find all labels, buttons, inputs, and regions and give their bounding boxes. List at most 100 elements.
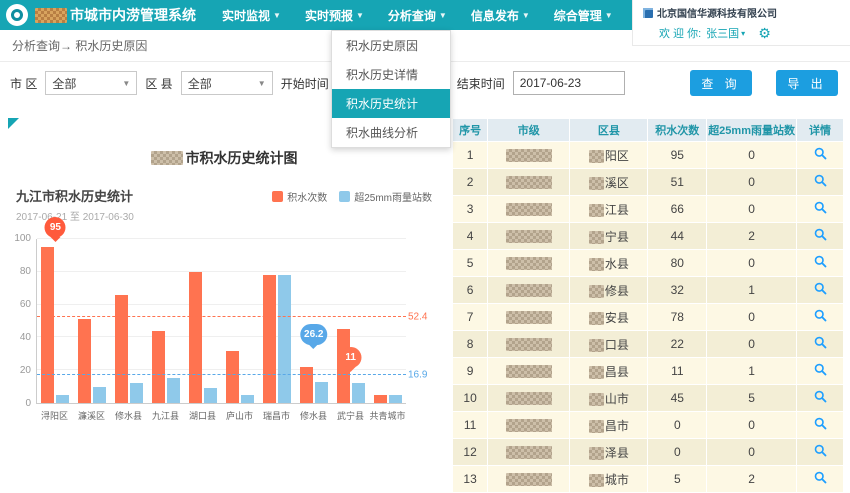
detail-button[interactable] <box>813 173 828 188</box>
detail-button[interactable] <box>813 146 828 161</box>
bar <box>278 275 291 403</box>
settings-gear-icon[interactable]: ⚙ <box>758 26 771 40</box>
cell-city <box>488 169 570 196</box>
bar <box>130 383 143 403</box>
bar <box>241 395 254 403</box>
detail-button[interactable] <box>813 335 828 350</box>
county-suffix: 昌市 <box>605 419 629 433</box>
censored-county-prefix <box>589 366 604 379</box>
nav-item-3[interactable]: 信息发布▼ <box>459 0 542 30</box>
cell-city <box>488 142 570 169</box>
welcome-label: 欢 迎 你: <box>659 25 701 41</box>
chevron-down-icon: ▼ <box>122 79 130 88</box>
censored-city-name <box>151 151 183 165</box>
app-title: 市城市内涝管理系统 <box>35 5 196 25</box>
chart-title-block: 九江市积水历史统计 2017-06-21 至 2017-06-30 <box>16 186 134 223</box>
dropdown-item-1[interactable]: 积水历史详情 <box>332 60 450 89</box>
bars-layer <box>37 239 406 403</box>
cell-station-count: 5 <box>707 385 797 412</box>
average-line: 52.4 <box>37 316 406 317</box>
user-menu[interactable]: 张三国 ▾ <box>706 25 745 41</box>
table-row: 5水县800 <box>453 250 844 277</box>
chevron-down-icon: ▼ <box>522 11 530 20</box>
detail-search-icon <box>813 416 828 431</box>
censored-county-prefix <box>589 177 604 190</box>
cell-city <box>488 304 570 331</box>
table-header-row: 序号市级区县积水次数超25mm雨量站数详情 <box>453 119 844 142</box>
censored-city-text <box>506 473 552 486</box>
table-header-3: 积水次数 <box>648 119 707 142</box>
nav-item-0[interactable]: 实时监视▼ <box>210 0 293 30</box>
censored-city-name <box>35 8 67 23</box>
detail-button[interactable] <box>813 362 828 377</box>
cell-county: 昌县 <box>570 358 648 385</box>
bar-group <box>295 239 332 403</box>
x-axis-label: 庐山市 <box>221 409 258 422</box>
city-label: 市 区 <box>10 75 37 92</box>
detail-button[interactable] <box>813 308 828 323</box>
company-panel: 北京国信华源科技有限公司 欢 迎 你: 张三国 ▾ ⚙ <box>632 0 850 46</box>
censored-city-text <box>506 446 552 459</box>
county-select[interactable]: 全部 ▼ <box>181 71 273 95</box>
cell-flood-count: 78 <box>648 304 707 331</box>
cell-flood-count: 95 <box>648 142 707 169</box>
city-select[interactable]: 全部 ▼ <box>45 71 137 95</box>
nav-item-4[interactable]: 综合管理▼ <box>542 0 625 30</box>
bar-group <box>369 239 406 403</box>
bar <box>189 272 202 403</box>
cell-detail <box>797 250 844 277</box>
detail-button[interactable] <box>813 416 828 431</box>
bar <box>56 395 69 403</box>
table-row: 4宁县442 <box>453 223 844 250</box>
detail-button[interactable] <box>813 281 828 296</box>
average-line-label: 16.9 <box>408 370 438 381</box>
x-axis-label: 修水县 <box>110 409 147 422</box>
app-logo-icon <box>6 4 28 26</box>
censored-county-prefix <box>589 474 604 487</box>
cell-flood-count: 0 <box>648 412 707 439</box>
detail-button[interactable] <box>813 470 828 485</box>
chevron-down-icon: ▼ <box>258 79 266 88</box>
detail-button[interactable] <box>813 254 828 269</box>
dropdown-item-0[interactable]: 积水历史原因 <box>332 31 450 60</box>
detail-button[interactable] <box>813 443 828 458</box>
bar <box>226 351 239 403</box>
cell-county: 城市 <box>570 466 648 493</box>
cell-city <box>488 385 570 412</box>
dropdown-item-2[interactable]: 积水历史统计 <box>332 89 450 118</box>
nav-item-1[interactable]: 实时预报▼ <box>293 0 376 30</box>
nav-item-2[interactable]: 分析查询▼ <box>376 0 459 30</box>
query-button[interactable]: 查 询 <box>690 70 752 96</box>
detail-button[interactable] <box>813 389 828 404</box>
detail-search-icon <box>813 227 828 242</box>
y-tick-label: 20 <box>20 366 31 376</box>
bar-group <box>111 239 148 403</box>
detail-button[interactable] <box>813 200 828 215</box>
export-button[interactable]: 导 出 <box>776 70 838 96</box>
detail-button[interactable] <box>813 227 828 242</box>
cell-index: 10 <box>453 385 488 412</box>
cell-station-count: 0 <box>707 196 797 223</box>
cell-station-count: 0 <box>707 250 797 277</box>
chevron-down-icon: ▼ <box>605 11 613 20</box>
cell-flood-count: 51 <box>648 169 707 196</box>
company-name: 北京国信华源科技有限公司 <box>657 5 777 20</box>
main-content: 市积水历史统计图 九江市积水历史统计 2017-06-21 至 2017-06-… <box>0 104 850 493</box>
chart-legend: 积水次数超25mm雨量站数 <box>272 189 432 204</box>
cell-station-count: 0 <box>707 331 797 358</box>
dropdown-item-3[interactable]: 积水曲线分析 <box>332 118 450 147</box>
cell-city <box>488 466 570 493</box>
cell-index: 7 <box>453 304 488 331</box>
county-suffix: 水县 <box>605 257 629 271</box>
cell-county: 修县 <box>570 277 648 304</box>
end-date-input[interactable] <box>513 71 625 95</box>
cell-flood-count: 11 <box>648 358 707 385</box>
bar <box>352 383 365 403</box>
data-marker: 11 <box>340 347 361 368</box>
cell-detail <box>797 385 844 412</box>
bar <box>300 367 313 403</box>
bar-group <box>74 239 111 403</box>
cell-index: 8 <box>453 331 488 358</box>
bar-group <box>258 239 295 403</box>
bar <box>263 275 276 403</box>
